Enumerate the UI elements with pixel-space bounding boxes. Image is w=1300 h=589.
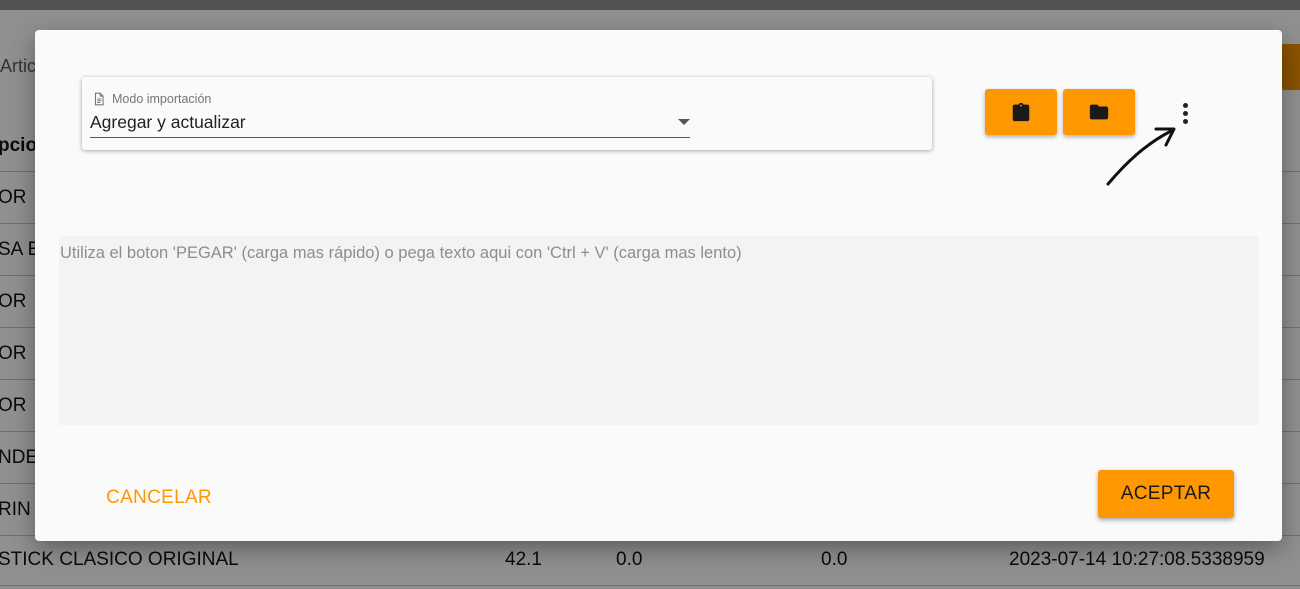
paste-textarea[interactable] — [59, 236, 1258, 425]
more-vertical-icon-dot — [1182, 110, 1188, 116]
import-mode-value: Agregar y actualizar — [90, 112, 246, 132]
import-mode-label: Modo importación — [92, 91, 211, 107]
paste-button[interactable] — [985, 89, 1057, 135]
import-mode-card: Modo importación Agregar y actualizar — [82, 77, 932, 150]
more-vertical-icon-dot — [1182, 118, 1188, 124]
clipboard-icon — [1012, 102, 1030, 122]
dropdown-arrow-icon — [678, 119, 690, 125]
accept-button[interactable]: ACEPTAR — [1098, 470, 1234, 518]
import-mode-select[interactable]: Agregar y actualizar — [90, 109, 690, 138]
import-mode-label-text: Modo importación — [112, 92, 212, 106]
more-vertical-icon — [1182, 102, 1188, 108]
cancel-button[interactable]: CANCELAR — [93, 478, 225, 518]
import-dialog: Modo importación Agregar y actualizar CA… — [35, 30, 1282, 541]
document-icon — [94, 92, 104, 106]
annotation-arrow-icon — [1106, 127, 1176, 186]
